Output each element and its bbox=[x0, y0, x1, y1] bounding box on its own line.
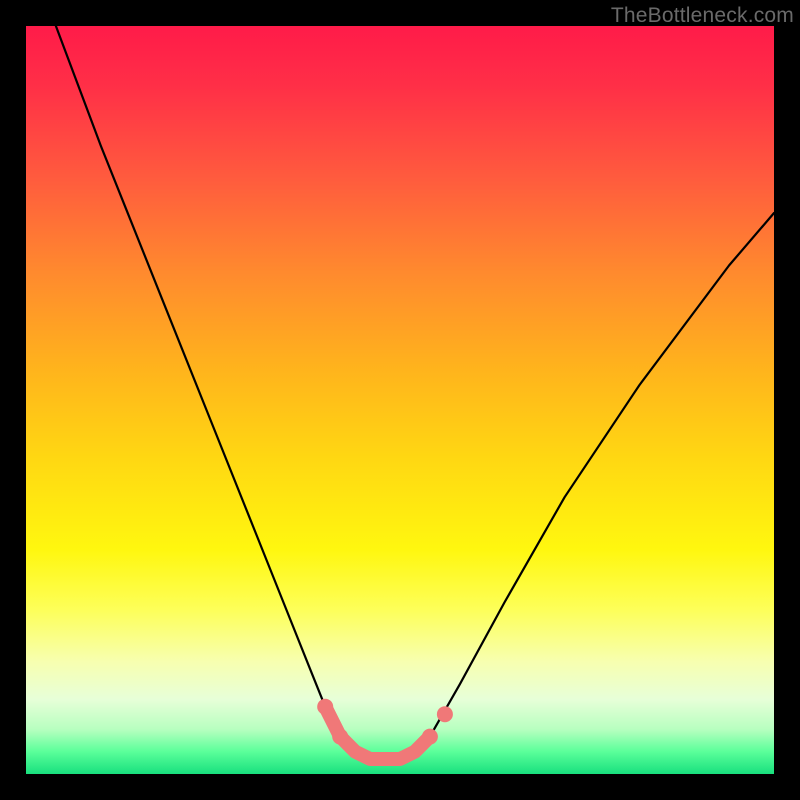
highlight-dot-icon bbox=[422, 729, 438, 745]
chart-stage: TheBottleneck.com bbox=[0, 0, 800, 800]
highlight-dot-icon bbox=[317, 699, 333, 715]
watermark-text: TheBottleneck.com bbox=[611, 4, 794, 28]
highlight-dot-icon bbox=[332, 729, 348, 745]
bottleneck-curve bbox=[56, 26, 774, 759]
curve-layer bbox=[26, 26, 774, 774]
plot-area bbox=[26, 26, 774, 774]
highlight-dot-icon bbox=[437, 706, 453, 722]
